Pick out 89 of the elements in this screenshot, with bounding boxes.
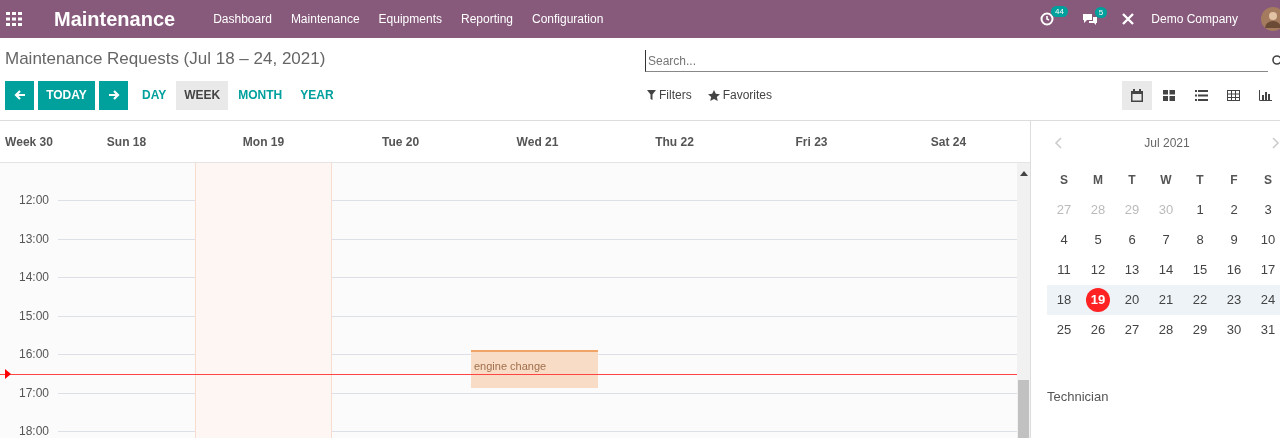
day-header: Thu 22 [654,134,695,149]
activity-clock-icon[interactable] [1039,12,1054,26]
calendar-view-button[interactable] [1122,80,1152,110]
menu-item[interactable]: Dashboard [213,12,272,26]
date-cell[interactable]: 21 [1154,288,1178,312]
app-name: Maintenance [54,7,176,31]
message-count-badge: 5 [1094,6,1108,18]
search-field[interactable]: Search... [645,50,1268,72]
date-cell[interactable]: 13 [1120,258,1144,282]
right-arrow-icon [107,89,120,101]
chat-icon[interactable] [1081,12,1098,26]
weekday-label: T [1127,173,1137,187]
date-cell[interactable]: 24 [1256,288,1280,312]
date-cell[interactable]: 5 [1086,228,1110,252]
day-header: Fri 23 [794,134,829,149]
menu-item[interactable]: Maintenance [290,12,360,26]
date-cell[interactable]: 12 [1086,258,1110,282]
hour-label: 12:00 [19,193,50,207]
weekday-label: W [1159,173,1173,187]
date-cell[interactable]: 8 [1188,228,1212,252]
activity-count-badge: 44 [1050,6,1068,17]
date-cell[interactable]: 29 [1188,318,1212,342]
weekday-label: S [1059,173,1069,187]
user-avatar[interactable] [1260,6,1280,32]
date-cell[interactable]: 6 [1120,228,1144,252]
hour-label: 14:00 [19,270,50,284]
grid-icon [1163,89,1175,101]
filter-icon [647,90,656,100]
date-cell[interactable]: 31 [1256,318,1280,342]
day-header: Sat 24 [929,134,968,149]
page-title: Maintenance Requests (Jul 18 – 24, 2021) [5,49,327,69]
apps-menu-icon[interactable] [6,12,22,26]
day-header: Wed 21 [515,134,560,149]
star-icon [707,89,720,101]
menu-item[interactable]: Configuration [532,12,604,26]
menu-item[interactable]: Reporting [460,12,513,26]
date-cell[interactable]: 2 [1222,198,1246,222]
hour-label: 17:00 [19,385,50,400]
next-button[interactable] [99,80,128,110]
date-cell[interactable]: 25 [1052,318,1076,342]
hour-label: 15:00 [19,308,50,323]
weekday-label: M [1092,173,1104,187]
day-header: Tue 20 [380,134,421,149]
date-cell[interactable]: 1 [1188,198,1212,222]
left-arrow-icon [13,89,26,101]
date-cell[interactable]: 15 [1188,258,1212,282]
date-cell[interactable]: 26 [1086,318,1110,342]
weekday-label: F [1229,173,1239,187]
calendar-icon [1131,88,1143,102]
hour-label: 13:00 [19,231,50,246]
list-icon [1194,89,1208,101]
date-cell[interactable]: 10 [1256,228,1280,252]
hour-label: 18:00 [19,424,50,438]
favorites-button[interactable]: Favorites [705,88,775,102]
date-cell[interactable]: 18 [1052,288,1076,312]
date-cell[interactable]: 17 [1256,258,1280,282]
scrollbar-thumb[interactable] [1018,380,1029,438]
date-cell[interactable]: 30 [1222,318,1246,342]
week-number: Week 30 [4,134,54,149]
date-cell[interactable]: 11 [1052,258,1076,282]
date-cell[interactable]: 14 [1154,258,1178,282]
bar-chart-icon [1258,89,1272,101]
weekday-label: S [1263,173,1273,187]
date-cell[interactable]: 7 [1154,228,1178,252]
search-icon[interactable] [1270,55,1280,67]
day-header: Mon 19 [241,134,286,149]
date-cell[interactable]: 9 [1222,228,1246,252]
date-cell[interactable]: 3 [1256,198,1280,222]
month-title: Jul 2021 [1144,136,1190,150]
date-cell[interactable]: 22 [1188,288,1212,312]
previous-button[interactable] [5,80,34,110]
filters-button[interactable]: Filters [645,88,694,102]
day-header: Sun 18 [105,134,148,149]
company-name[interactable]: Demo Company [1151,12,1238,26]
date-cell[interactable]: 27 [1120,318,1144,342]
scale-tab[interactable]: WEEK [176,80,229,110]
date-cell[interactable]: 4 [1052,228,1076,252]
date-cell[interactable]: 16 [1222,258,1246,282]
menu-item[interactable]: Equipments [378,12,442,26]
hour-label: 16:00 [19,347,50,361]
date-cell[interactable]: 19 [1086,288,1110,312]
scroll-up-icon[interactable] [1020,171,1028,176]
weekday-label: T [1195,173,1205,187]
date-cell[interactable]: 28 [1154,318,1178,342]
date-cell[interactable]: 23 [1222,288,1246,312]
table-icon [1226,89,1240,101]
scrollbar[interactable] [1017,163,1030,438]
date-cell[interactable]: 20 [1120,288,1144,312]
filter-title: Technician [1047,389,1110,404]
